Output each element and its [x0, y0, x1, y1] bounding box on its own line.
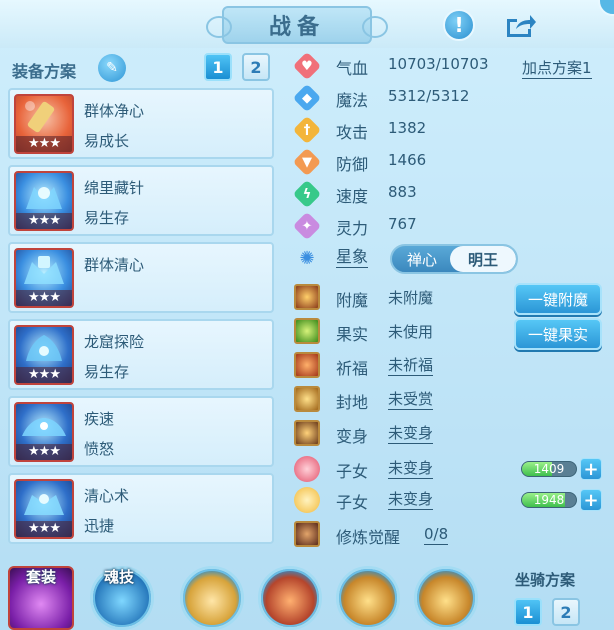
- equipment-item[interactable]: ★★★ 龙窟探险 易生存: [8, 319, 274, 390]
- equipment-item[interactable]: ★★★ 绵里藏针 易生存: [8, 165, 274, 236]
- child-boy-icon: [294, 487, 320, 513]
- mount-plan-label: 坐骑方案: [515, 571, 576, 589]
- equipment-trait: 迅捷: [84, 517, 115, 535]
- cultivation-icon: [294, 521, 320, 547]
- child-girl-icon: [294, 456, 320, 482]
- equipment-item[interactable]: ★★★ 群体净心 易成长: [8, 88, 274, 159]
- enchant-value: 未附魔: [388, 289, 434, 307]
- star-rating: ★★★: [16, 367, 72, 383]
- star-rating: ★★★: [16, 521, 72, 537]
- equipment-name: 龙窟探险: [84, 333, 145, 351]
- star-option-mingwang[interactable]: 明王: [450, 246, 516, 272]
- stat-plan-link[interactable]: 加点方案1: [522, 58, 592, 79]
- stat-value: 5312/5312: [388, 87, 470, 105]
- stat-value: 10703/10703: [388, 55, 489, 73]
- mount-plan-2-button[interactable]: 2: [552, 598, 580, 626]
- skill-slot-1[interactable]: [180, 566, 244, 630]
- bless-label: 祈福: [336, 359, 369, 378]
- stat-label: 气血: [336, 59, 369, 78]
- equipment-name: 群体清心: [84, 256, 145, 274]
- equipment-title: 装备方案: [12, 62, 77, 81]
- child-label: 子女: [336, 493, 369, 512]
- fruit-label: 果实: [336, 325, 369, 344]
- equipment-plan-1-button[interactable]: 1: [204, 53, 232, 81]
- bless-icon: [294, 352, 320, 378]
- star-rating: ★★★: [16, 444, 72, 460]
- skill-slot-3[interactable]: [336, 566, 400, 630]
- transform-icon: [294, 420, 320, 446]
- mount-plan-1-button[interactable]: 1: [514, 598, 542, 626]
- stat-label: 魔法: [336, 91, 369, 110]
- equipment-item[interactable]: ★★★ 疾速 愤怒: [8, 396, 274, 467]
- star-label[interactable]: 星象: [336, 247, 369, 268]
- page-title: 战备: [206, 6, 388, 44]
- star-rating: ★★★: [16, 136, 72, 152]
- star-option-chanxin[interactable]: 禅心: [392, 246, 452, 272]
- equipment-trait: 愤怒: [84, 440, 115, 458]
- child-1-progress-bar: 1409: [521, 461, 577, 477]
- close-orb-icon[interactable]: [598, 0, 614, 16]
- enchant-label: 附魔: [336, 291, 369, 310]
- enchant-icon: [294, 284, 320, 310]
- star-rating: ★★★: [16, 213, 72, 229]
- set-label: 套装: [26, 568, 57, 586]
- star-toggle[interactable]: 禅心 明王: [390, 244, 518, 274]
- equipment-name: 疾速: [84, 410, 115, 428]
- stat-value: 1466: [388, 151, 427, 169]
- auto-fruit-button[interactable]: 一键果实: [514, 318, 602, 350]
- equipment-icon: ★★★: [14, 171, 74, 231]
- equipment-name: 绵里藏针: [84, 179, 145, 197]
- equipment-icon: ★★★: [14, 248, 74, 308]
- stat-label: 攻击: [336, 123, 369, 142]
- stat-label: 速度: [336, 187, 369, 206]
- child-1-add-button[interactable]: +: [580, 458, 602, 480]
- equipment-trait: 易成长: [84, 132, 130, 150]
- equipment-item[interactable]: ★★★ 清心术 迅捷: [8, 473, 274, 544]
- cultivation-value[interactable]: 0/8: [424, 524, 449, 545]
- equipment-item[interactable]: ★★★ 群体清心: [8, 242, 274, 313]
- transform-label: 变身: [336, 427, 369, 446]
- transform-value[interactable]: 未变身: [388, 423, 434, 444]
- child-value[interactable]: 未变身: [388, 458, 434, 479]
- edit-pencil-icon[interactable]: ✎: [98, 54, 126, 82]
- equipment-icon: ★★★: [14, 94, 74, 154]
- equipment-name: 清心术: [84, 487, 130, 505]
- equipment-icon: ★★★: [14, 402, 74, 462]
- child-2-score: 1948: [533, 493, 565, 507]
- stat-value: 883: [388, 183, 417, 201]
- child-value[interactable]: 未变身: [388, 489, 434, 510]
- equipment-trait: 易生存: [84, 363, 130, 381]
- child-2-add-button[interactable]: +: [580, 489, 602, 511]
- skill-slot-4[interactable]: [414, 566, 478, 630]
- land-value[interactable]: 未受赏: [388, 389, 434, 410]
- child-label: 子女: [336, 462, 369, 481]
- equipment-plan-2-button[interactable]: 2: [242, 53, 270, 81]
- soul-label: 魂技: [104, 568, 135, 586]
- share-icon[interactable]: [503, 10, 537, 40]
- skill-slot-2[interactable]: [258, 566, 322, 630]
- equipment-name: 群体净心: [84, 102, 145, 120]
- info-icon[interactable]: !: [443, 9, 475, 41]
- star-rating: ★★★: [16, 290, 72, 306]
- equipment-header: 装备方案 ✎: [10, 52, 280, 84]
- fruit-value: 未使用: [388, 323, 434, 341]
- equipment-icon: ★★★: [14, 479, 74, 539]
- land-icon: [294, 386, 320, 412]
- child-1-score: 1409: [533, 462, 565, 476]
- star-compass-icon: ✺: [299, 247, 315, 269]
- stat-label: 防御: [336, 155, 369, 174]
- stat-label: 灵力: [336, 219, 369, 238]
- child-2-progress-bar: 1948: [521, 492, 577, 508]
- title-bar: 战备 !: [0, 0, 614, 48]
- equipment-trait: 易生存: [84, 209, 130, 227]
- equipment-icon: ★★★: [14, 325, 74, 385]
- stat-value: 1382: [388, 119, 427, 137]
- auto-enchant-button[interactable]: 一键附魔: [514, 283, 602, 315]
- bless-value[interactable]: 未祈福: [388, 355, 434, 376]
- cultivation-label: 修炼觉醒: [336, 528, 401, 547]
- stat-value: 767: [388, 215, 417, 233]
- land-label: 封地: [336, 393, 369, 412]
- fruit-icon: [294, 318, 320, 344]
